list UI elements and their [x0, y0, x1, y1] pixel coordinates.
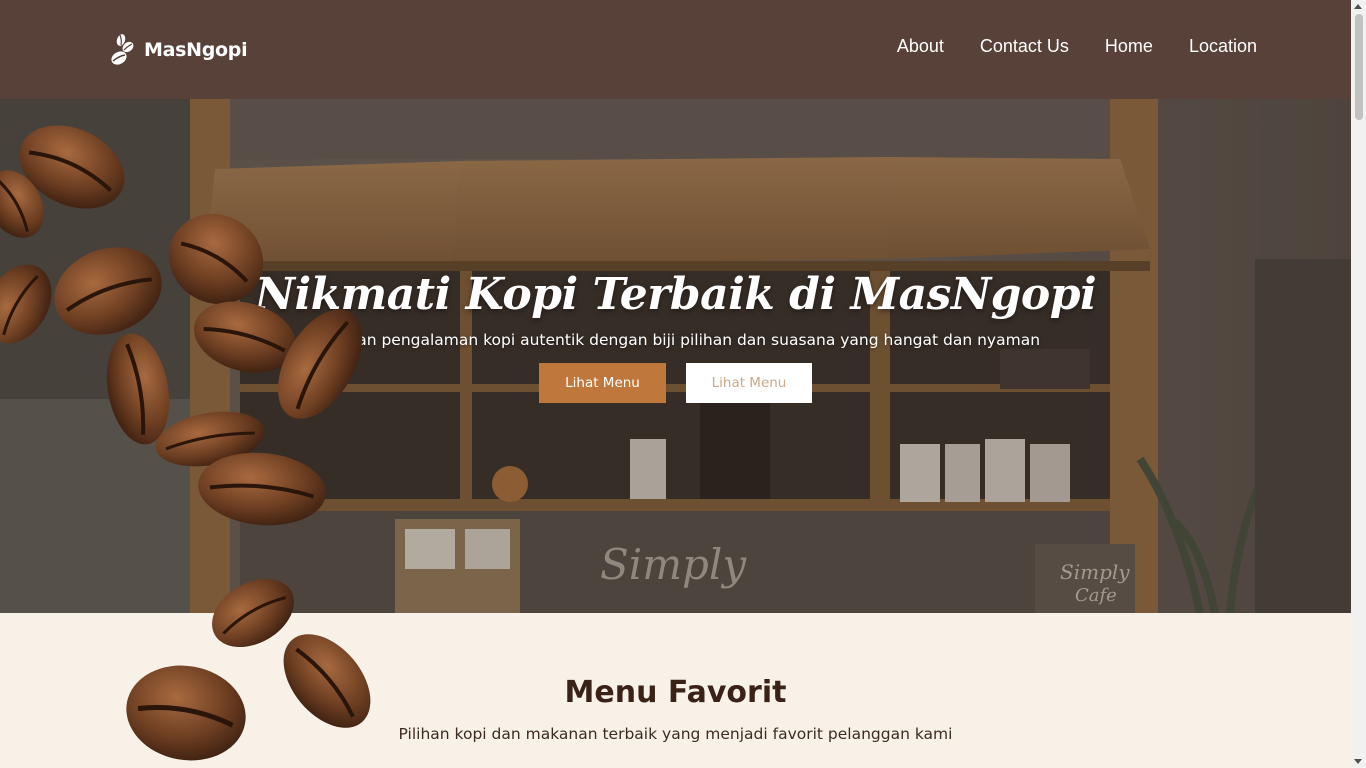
scroll-up-arrow-icon[interactable]	[1354, 4, 1362, 9]
hero-content: Nikmati Kopi Terbaik di MasNgopi Rasakan…	[0, 99, 1351, 613]
nav-link-home[interactable]: Home	[1105, 36, 1153, 57]
hero-section: Simply Simply Cafe Nikmati Kopi Terbaik …	[0, 99, 1351, 613]
section-subtitle: Pilihan kopi dan makanan terbaik yang me…	[398, 725, 953, 743]
brand-logo[interactable]: MasNgopi	[108, 32, 248, 68]
hero-title: Nikmati Kopi Terbaik di MasNgopi	[254, 269, 1097, 320]
page-scrollbar[interactable]	[1351, 0, 1366, 768]
coffee-beans-icon	[111, 34, 134, 65]
nav-menu: About Contact Us Home Location	[897, 36, 1257, 57]
navbar: MasNgopi About Contact Us Home Location	[0, 0, 1351, 99]
nav-link-about[interactable]: About	[897, 36, 944, 57]
hero-subtitle: Rasakan pengalaman kopi autentik dengan …	[310, 331, 1041, 349]
nav-link-contact-us[interactable]: Contact Us	[980, 36, 1069, 57]
view-menu-primary-button[interactable]: Lihat Menu	[539, 363, 666, 403]
section-title: Menu Favorit	[564, 675, 787, 710]
favorite-menu-section: Menu Favorit Pilihan kopi dan makanan te…	[0, 613, 1351, 768]
nav-link-location[interactable]: Location	[1189, 36, 1257, 57]
view-menu-secondary-button[interactable]: Lihat Menu	[686, 363, 812, 403]
brand-name: MasNgopi	[144, 39, 248, 61]
scroll-thumb[interactable]	[1355, 14, 1363, 120]
scroll-down-arrow-icon[interactable]	[1354, 759, 1362, 764]
